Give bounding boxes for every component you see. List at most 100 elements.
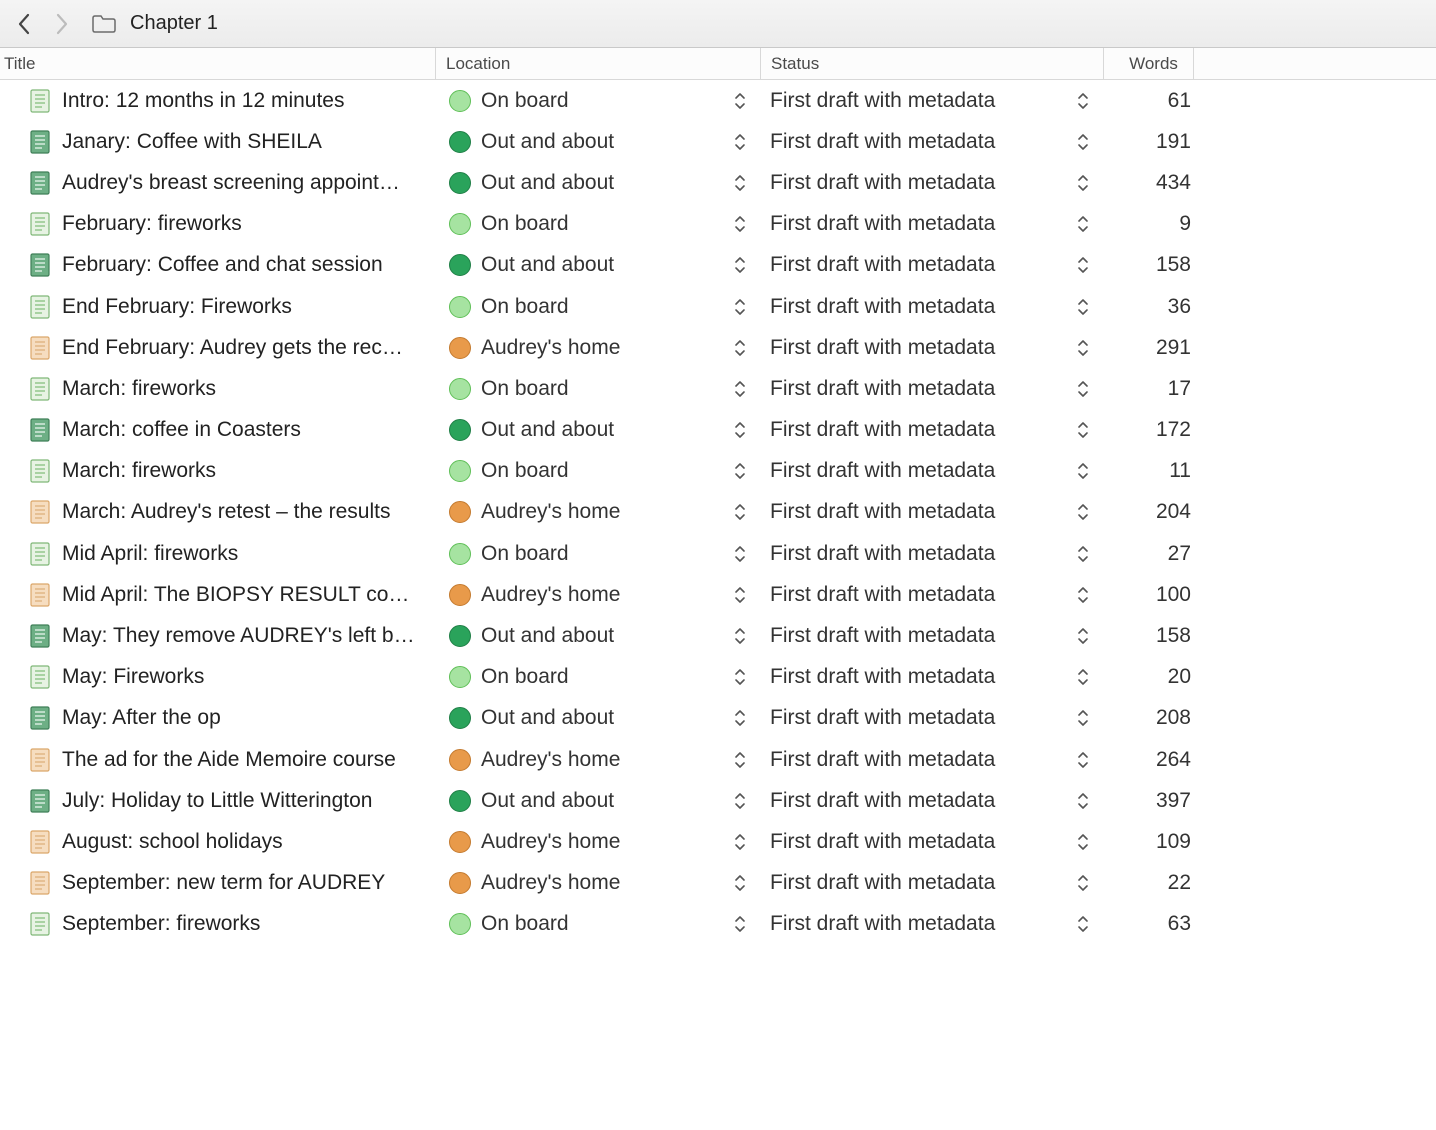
cell-title[interactable]: Mid April: fireworks xyxy=(0,542,435,566)
cell-location[interactable]: Audrey's home xyxy=(435,871,760,895)
table-row[interactable]: Janary: Coffee with SHEILA Out and about… xyxy=(0,121,1436,162)
cell-status[interactable]: First draft with metadata xyxy=(760,665,1103,689)
location-stepper[interactable] xyxy=(730,542,750,566)
location-stepper[interactable] xyxy=(730,583,750,607)
nav-back-button[interactable] xyxy=(10,10,38,38)
cell-title[interactable]: February: fireworks xyxy=(0,212,435,236)
location-stepper[interactable] xyxy=(730,665,750,689)
location-stepper[interactable] xyxy=(730,459,750,483)
cell-title[interactable]: May: Fireworks xyxy=(0,665,435,689)
cell-title[interactable]: February: Coffee and chat session xyxy=(0,253,435,277)
cell-status[interactable]: First draft with metadata xyxy=(760,89,1103,113)
status-stepper[interactable] xyxy=(1073,336,1093,360)
cell-location[interactable]: Out and about xyxy=(435,253,760,277)
cell-location[interactable]: Out and about xyxy=(435,171,760,195)
cell-location[interactable]: On board xyxy=(435,912,760,936)
cell-location[interactable]: Audrey's home xyxy=(435,830,760,854)
table-row[interactable]: March: coffee in Coasters Out and about … xyxy=(0,410,1436,451)
cell-location[interactable]: On board xyxy=(435,459,760,483)
status-stepper[interactable] xyxy=(1073,706,1093,730)
cell-status[interactable]: First draft with metadata xyxy=(760,418,1103,442)
status-stepper[interactable] xyxy=(1073,830,1093,854)
cell-status[interactable]: First draft with metadata xyxy=(760,789,1103,813)
table-row[interactable]: February: fireworks On board First draft… xyxy=(0,204,1436,245)
status-stepper[interactable] xyxy=(1073,542,1093,566)
cell-status[interactable]: First draft with metadata xyxy=(760,624,1103,648)
cell-title[interactable]: End February: Audrey gets the rec… xyxy=(0,336,435,360)
cell-status[interactable]: First draft with metadata xyxy=(760,459,1103,483)
cell-status[interactable]: First draft with metadata xyxy=(760,912,1103,936)
cell-location[interactable]: On board xyxy=(435,665,760,689)
location-stepper[interactable] xyxy=(730,253,750,277)
table-row[interactable]: July: Holiday to Little Witterington Out… xyxy=(0,780,1436,821)
column-header-words[interactable]: Words xyxy=(1103,48,1193,79)
cell-status[interactable]: First draft with metadata xyxy=(760,542,1103,566)
table-row[interactable]: September: new term for AUDREY Audrey's … xyxy=(0,863,1436,904)
breadcrumb-title[interactable]: Chapter 1 xyxy=(130,12,218,35)
table-row[interactable]: March: fireworks On board First draft wi… xyxy=(0,451,1436,492)
location-stepper[interactable] xyxy=(730,871,750,895)
location-stepper[interactable] xyxy=(730,912,750,936)
cell-title[interactable]: July: Holiday to Little Witterington xyxy=(0,789,435,813)
status-stepper[interactable] xyxy=(1073,253,1093,277)
status-stepper[interactable] xyxy=(1073,212,1093,236)
cell-status[interactable]: First draft with metadata xyxy=(760,706,1103,730)
table-row[interactable]: Mid April: fireworks On board First draf… xyxy=(0,533,1436,574)
cell-location[interactable]: Audrey's home xyxy=(435,583,760,607)
status-stepper[interactable] xyxy=(1073,89,1093,113)
location-stepper[interactable] xyxy=(730,130,750,154)
cell-location[interactable]: Out and about xyxy=(435,706,760,730)
location-stepper[interactable] xyxy=(730,295,750,319)
cell-location[interactable]: On board xyxy=(435,295,760,319)
status-stepper[interactable] xyxy=(1073,377,1093,401)
status-stepper[interactable] xyxy=(1073,459,1093,483)
status-stepper[interactable] xyxy=(1073,418,1093,442)
table-row[interactable]: End February: Fireworks On board First d… xyxy=(0,286,1436,327)
status-stepper[interactable] xyxy=(1073,295,1093,319)
column-header-status[interactable]: Status xyxy=(760,48,1103,79)
status-stepper[interactable] xyxy=(1073,130,1093,154)
cell-status[interactable]: First draft with metadata xyxy=(760,212,1103,236)
cell-title[interactable]: May: After the op xyxy=(0,706,435,730)
cell-status[interactable]: First draft with metadata xyxy=(760,253,1103,277)
status-stepper[interactable] xyxy=(1073,665,1093,689)
status-stepper[interactable] xyxy=(1073,912,1093,936)
location-stepper[interactable] xyxy=(730,89,750,113)
cell-status[interactable]: First draft with metadata xyxy=(760,130,1103,154)
table-row[interactable]: Audrey's breast screening appoint… Out a… xyxy=(0,162,1436,203)
cell-status[interactable]: First draft with metadata xyxy=(760,336,1103,360)
location-stepper[interactable] xyxy=(730,377,750,401)
table-row[interactable]: May: After the op Out and about First dr… xyxy=(0,698,1436,739)
location-stepper[interactable] xyxy=(730,336,750,360)
cell-title[interactable]: Audrey's breast screening appoint… xyxy=(0,171,435,195)
table-row[interactable]: Intro: 12 months in 12 minutes On board … xyxy=(0,80,1436,121)
status-stepper[interactable] xyxy=(1073,583,1093,607)
cell-title[interactable]: May: They remove AUDREY's left b… xyxy=(0,624,435,648)
cell-status[interactable]: First draft with metadata xyxy=(760,171,1103,195)
table-row[interactable]: End February: Audrey gets the rec… Audre… xyxy=(0,327,1436,368)
status-stepper[interactable] xyxy=(1073,624,1093,648)
location-stepper[interactable] xyxy=(730,500,750,524)
cell-location[interactable]: On board xyxy=(435,542,760,566)
column-header-title[interactable]: Title xyxy=(0,54,435,74)
location-stepper[interactable] xyxy=(730,212,750,236)
cell-location[interactable]: Out and about xyxy=(435,789,760,813)
cell-title[interactable]: August: school holidays xyxy=(0,830,435,854)
status-stepper[interactable] xyxy=(1073,789,1093,813)
cell-location[interactable]: Out and about xyxy=(435,418,760,442)
column-header-location[interactable]: Location xyxy=(435,48,760,79)
status-stepper[interactable] xyxy=(1073,500,1093,524)
cell-title[interactable]: Intro: 12 months in 12 minutes xyxy=(0,89,435,113)
cell-location[interactable]: Out and about xyxy=(435,130,760,154)
cell-status[interactable]: First draft with metadata xyxy=(760,871,1103,895)
cell-title[interactable]: March: fireworks xyxy=(0,459,435,483)
location-stepper[interactable] xyxy=(730,624,750,648)
status-stepper[interactable] xyxy=(1073,171,1093,195)
location-stepper[interactable] xyxy=(730,418,750,442)
cell-location[interactable]: On board xyxy=(435,89,760,113)
cell-location[interactable]: On board xyxy=(435,377,760,401)
cell-title[interactable]: March: coffee in Coasters xyxy=(0,418,435,442)
table-row[interactable]: August: school holidays Audrey's home Fi… xyxy=(0,821,1436,862)
table-row[interactable]: May: They remove AUDREY's left b… Out an… xyxy=(0,615,1436,656)
cell-location[interactable]: Audrey's home xyxy=(435,748,760,772)
